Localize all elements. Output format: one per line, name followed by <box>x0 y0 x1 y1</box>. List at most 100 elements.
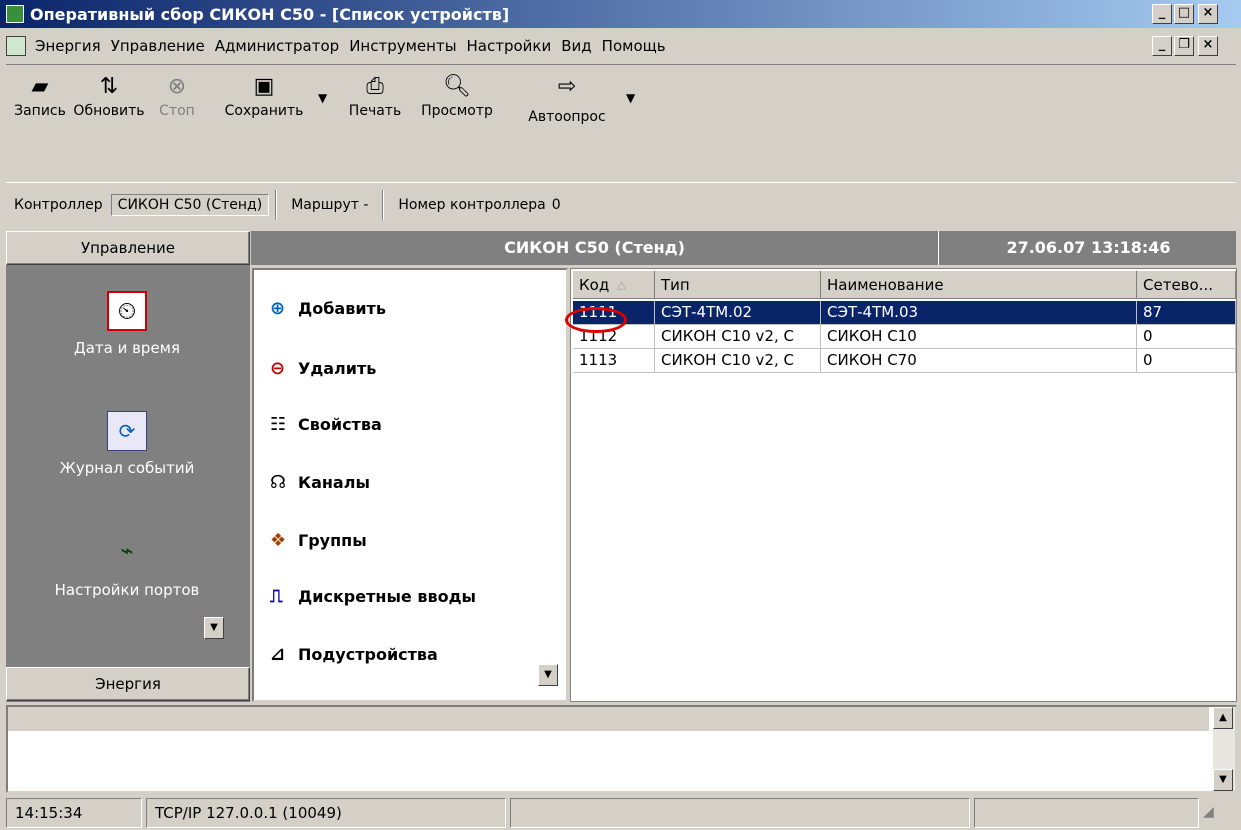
log-header <box>8 707 1209 731</box>
record-button[interactable]: ▰ Запись <box>12 69 68 135</box>
cell-type: СИКОН С10 v2, С <box>655 349 821 373</box>
route-label: Маршрут - <box>291 196 369 213</box>
menu-admin[interactable]: Администратор <box>210 37 344 55</box>
table-row[interactable]: 1112 СИКОН С10 v2, С СИКОН С10 0 <box>573 325 1236 349</box>
discrete-inputs-icon: ⎍ <box>270 586 283 607</box>
nav-group-control[interactable]: Управление <box>6 231 250 265</box>
nav-item-port-settings[interactable]: ⌁ Настройки портов <box>6 533 248 599</box>
status-connection: TCP/IP 127.0.0.1 (10049) <box>146 798 506 828</box>
scroll-down-button[interactable]: ▼ <box>1213 769 1233 791</box>
action-channels[interactable]: ☊ Каналы <box>270 472 370 493</box>
close-button[interactable]: × <box>1198 4 1218 24</box>
app-icon <box>6 5 24 23</box>
nav-group-energy[interactable]: Энергия <box>6 667 250 701</box>
separator <box>275 189 278 220</box>
column-header-code[interactable]: Код △ <box>573 271 655 299</box>
refresh-icon: ⇅ <box>99 73 119 99</box>
resize-grip-icon[interactable]: ◢ <box>1203 796 1229 830</box>
print-button[interactable]: ⎙ Печать <box>340 69 410 135</box>
save-button[interactable]: ▣ Сохранить <box>216 69 312 135</box>
table-row[interactable]: 1113 СИКОН С10 v2, С СИКОН С70 0 <box>573 349 1236 373</box>
subdevices-icon: ⊿ <box>270 644 286 665</box>
nav-item-event-log[interactable]: ⟳ Журнал событий <box>6 411 248 477</box>
cell-network: 0 <box>1137 325 1236 349</box>
save-dropdown-icon[interactable]: ▼ <box>318 91 327 105</box>
controller-number-label: Номер контроллера <box>398 196 546 213</box>
properties-icon: ☷ <box>270 414 287 435</box>
menu-help[interactable]: Помощь <box>597 37 671 55</box>
menu-view[interactable]: Вид <box>556 37 596 55</box>
actions-scroll-down-button[interactable]: ▼ <box>538 664 558 686</box>
column-header-name[interactable]: Наименование <box>821 271 1137 299</box>
controller-field[interactable]: СИКОН С50 (Стенд) <box>110 193 270 216</box>
title-bar: Оперативный сбор СИКОН С50 - [Список уст… <box>0 0 1241 28</box>
maximize-button[interactable]: □ <box>1174 4 1194 24</box>
header-datetime: 27.06.07 13:18:46 <box>1006 238 1171 257</box>
controller-label: Контроллер <box>14 196 103 213</box>
autopoll-button[interactable]: ⇨ Автоопрос <box>514 69 620 135</box>
status-panel <box>974 798 1199 828</box>
cell-type: СЭТ-4ТМ.02 <box>655 301 821 325</box>
device-name: СИКОН С50 (Стенд) <box>251 231 939 265</box>
serial-port-icon: ⌁ <box>120 539 134 564</box>
stop-icon: ⊗ <box>167 73 187 99</box>
controller-info-bar: Контроллер СИКОН С50 (Стенд) Маршрут - Н… <box>6 182 1236 226</box>
cell-network: 0 <box>1137 349 1236 373</box>
cell-name: СИКОН С10 <box>821 325 1137 349</box>
mdi-minimize-button[interactable]: _ <box>1152 36 1172 56</box>
column-header-type[interactable]: Тип <box>655 271 821 299</box>
highlight-circle <box>565 307 627 333</box>
status-bar: 14:15:34 TCP/IP 127.0.0.1 (10049) ◢ <box>6 796 1237 830</box>
menu-energy[interactable]: Энергия <box>30 37 106 55</box>
channels-icon: ☊ <box>270 472 286 493</box>
mdi-restore-button[interactable]: ❐ <box>1174 36 1194 56</box>
record-icon: ▰ <box>31 73 49 99</box>
table-row[interactable]: 1111 СЭТ-4ТМ.02 СЭТ-4ТМ.03 87 <box>573 301 1236 325</box>
minimize-button[interactable]: _ <box>1152 4 1172 24</box>
device-header: СИКОН С50 (Стенд) 27.06.07 13:18:46 <box>251 231 1236 265</box>
mdi-close-button[interactable]: × <box>1198 36 1218 56</box>
refresh-button[interactable]: ⇅ Обновить <box>70 69 148 135</box>
nav-item-datetime[interactable]: ⏲ Дата и время <box>6 291 248 357</box>
autopoll-dropdown-icon[interactable]: ▼ <box>626 91 635 105</box>
column-header-network[interactable]: Сетево... <box>1137 271 1236 299</box>
event-log-icon: ⟳ <box>107 411 147 451</box>
mdi-icon <box>6 36 26 56</box>
action-properties[interactable]: ☷ Свойства <box>270 414 382 435</box>
navigation-pane: Управление ⏲ Дата и время ⟳ Журнал событ… <box>6 231 250 702</box>
menu-settings[interactable]: Настройки <box>462 37 557 55</box>
actions-panel: ⊕ Добавить ⊖ Удалить ☷ Свойства ☊ Каналы… <box>252 268 568 702</box>
action-subdevices[interactable]: ⊿ Подустройства <box>270 644 438 665</box>
cell-code: 1113 <box>573 349 655 373</box>
add-icon: ⊕ <box>270 298 286 319</box>
delete-icon: ⊖ <box>270 358 286 379</box>
menu-bar: Энергия Управление Администратор Инструм… <box>0 30 1241 62</box>
nav-scroll-down-button[interactable]: ▼ <box>204 617 224 639</box>
printer-icon: ⎙ <box>366 73 384 99</box>
scroll-up-button[interactable]: ▲ <box>1213 707 1233 729</box>
action-groups[interactable]: ❖ Группы <box>270 530 367 551</box>
log-scrollbar[interactable]: ▲ ▼ <box>1213 707 1235 791</box>
separator <box>382 189 385 220</box>
preview-button[interactable]: 🔍︎ Просмотр <box>412 69 502 135</box>
stop-button[interactable]: ⊗ Стоп <box>150 69 204 135</box>
groups-icon: ❖ <box>270 530 287 551</box>
status-panel <box>510 798 970 828</box>
menu-tools[interactable]: Инструменты <box>344 37 461 55</box>
status-time: 14:15:34 <box>6 798 142 828</box>
floppy-icon: ▣ <box>253 73 275 99</box>
cell-name: СЭТ-4ТМ.03 <box>821 301 1137 325</box>
menu-control[interactable]: Управление <box>106 37 210 55</box>
action-delete[interactable]: ⊖ Удалить <box>270 358 376 379</box>
preview-icon: 🔍︎ <box>443 73 471 99</box>
cell-network: 87 <box>1137 301 1236 325</box>
action-discrete-inputs[interactable]: ⎍ Дискретные вводы <box>270 586 476 607</box>
sort-asc-icon: △ <box>617 278 626 291</box>
calendar-clock-icon: ⏲ <box>107 291 147 331</box>
window-title: Оперативный сбор СИКОН С50 - [Список уст… <box>30 4 510 24</box>
action-add[interactable]: ⊕ Добавить <box>270 298 386 319</box>
toolbar: ▰ Запись ⇅ Обновить ⊗ Стоп ▣ Сохранить ▼… <box>6 64 1236 179</box>
arrow-right-icon: ⇨ <box>557 73 577 99</box>
controller-number-value: 0 <box>551 196 561 213</box>
cell-type: СИКОН С10 v2, С <box>655 325 821 349</box>
